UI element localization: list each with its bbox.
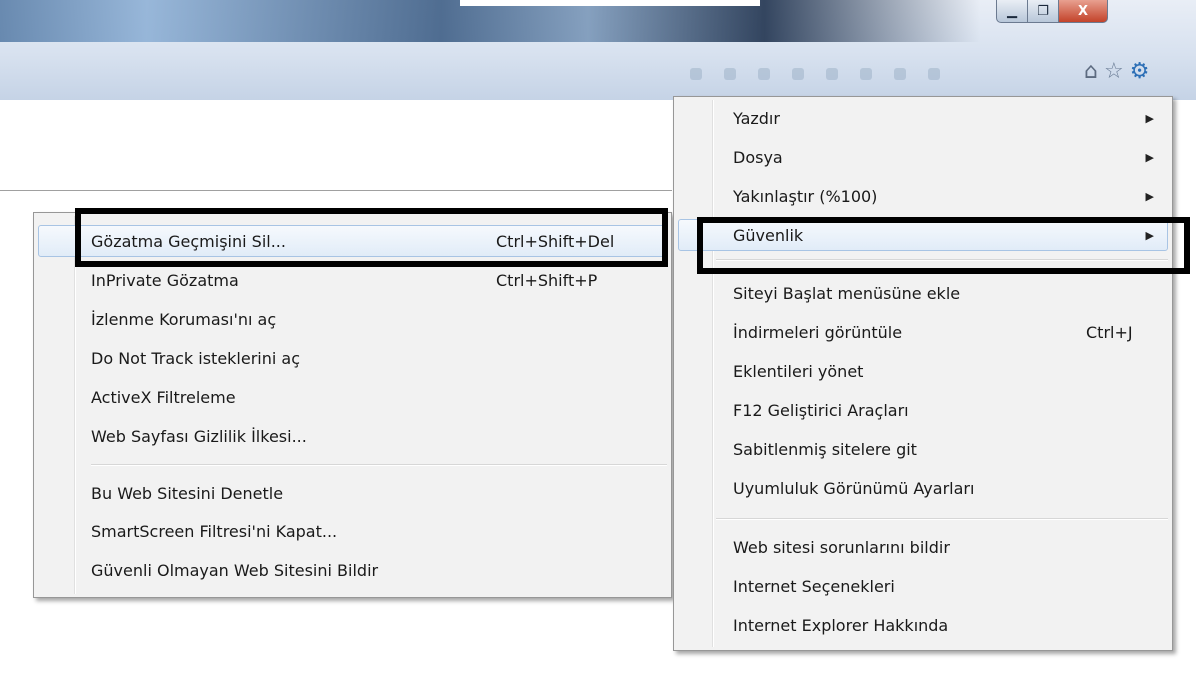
menu-item-check-this-website[interactable]: Bu Web Sitesini Denetle [34,475,671,511]
menu-item-label: İndirmeleri görüntüle [733,322,903,342]
menu-item-print[interactable]: Yazdır ▶ [674,100,1172,136]
menu-item-label: Do Not Track isteklerini aç [91,348,301,368]
submenu-arrow-icon: ▶ [1145,189,1154,203]
faded-toolbar-icon [928,68,940,80]
minimize-button[interactable]: ▁ [996,0,1028,23]
faded-toolbar-icon [826,68,838,80]
security-submenu: Gözatma Geçmişini Sil... Ctrl+Shift+Del … [33,212,672,598]
menu-item-label: Eklentileri yönet [733,361,864,381]
faded-command-bar [690,68,940,80]
browser-toolbar-icons: ⌂ ☆ ⚙ [1084,60,1149,84]
title-bar-sheen [460,0,760,6]
menu-item-label: Yazdır [733,108,780,128]
faded-toolbar-icon [690,68,702,80]
menu-item-label: Güvenli Olmayan Web Sitesini Bildir [91,560,379,580]
menu-item-f12-developer-tools[interactable]: F12 Geliştirici Araçları [674,392,1172,428]
submenu-arrow-icon: ▶ [1145,111,1154,125]
menu-item-report-website-problems[interactable]: Web sitesi sorunlarını bildir [674,529,1172,565]
menu-item-label: Dosya [733,147,783,167]
faded-toolbar-icon [758,68,770,80]
browser-title-bar: ▁ ❐ X ⌂ ☆ ⚙ [0,0,1196,100]
menu-item-do-not-track[interactable]: Do Not Track isteklerini aç [34,340,671,376]
menu-separator [91,464,667,466]
menu-item-activex-filtering[interactable]: ActiveX Filtreleme [34,379,671,415]
menu-item-label: F12 Geliştirici Araçları [733,400,909,420]
menu-item-compatibility-view-settings[interactable]: Uyumluluk Görünümü Ayarları [674,470,1172,506]
page-divider [0,190,672,191]
menu-item-zoom[interactable]: Yakınlaştır (%100) ▶ [674,178,1172,214]
menu-item-add-site-to-start-menu[interactable]: Siteyi Başlat menüsüne ekle [674,275,1172,311]
menu-separator [716,518,1168,520]
close-button[interactable]: X [1058,0,1108,23]
menu-item-label: Internet Seçenekleri [733,576,895,596]
menu-item-shortcut: Ctrl+J [1086,322,1133,342]
menu-item-privacy-policy[interactable]: Web Sayfası Gizlilik İlkesi... [34,418,671,454]
menu-item-label: Sabitlenmiş sitelere git [733,439,917,459]
menu-item-label: Internet Explorer Hakkında [733,615,949,635]
menu-item-tracking-protection[interactable]: İzlenme Koruması'nı aç [34,301,671,337]
maximize-button[interactable]: ❐ [1027,0,1059,23]
menu-item-smartscreen-filter[interactable]: SmartScreen Filtresi'ni Kapat... [34,513,671,549]
menu-item-view-downloads[interactable]: İndirmeleri görüntüle Ctrl+J [674,314,1172,350]
title-bar-gradient [0,0,980,42]
gear-icon[interactable]: ⚙ [1130,60,1150,84]
menu-item-file[interactable]: Dosya ▶ [674,139,1172,175]
menu-item-label: Web Sayfası Gizlilik İlkesi... [91,426,307,446]
faded-toolbar-icon [724,68,736,80]
maximize-icon: ❐ [1037,3,1049,19]
highlight-box-safety [697,217,1190,274]
menu-item-label: İzlenme Koruması'nı aç [91,309,277,329]
menu-item-label: SmartScreen Filtresi'ni Kapat... [91,521,338,541]
menu-item-about-internet-explorer[interactable]: Internet Explorer Hakkında [674,607,1172,643]
close-icon: X [1077,3,1089,19]
menu-item-label: Siteyi Başlat menüsüne ekle [733,283,961,303]
faded-toolbar-icon [894,68,906,80]
menu-item-inprivate-browsing[interactable]: InPrivate Gözatma Ctrl+Shift+P [34,262,671,298]
favorites-star-icon[interactable]: ☆ [1104,60,1124,84]
menu-item-label: Yakınlaştır (%100) [733,186,878,206]
menu-item-internet-options[interactable]: Internet Seçenekleri [674,568,1172,604]
menu-item-label: ActiveX Filtreleme [91,387,236,407]
home-icon[interactable]: ⌂ [1084,60,1098,84]
minimize-icon: ▁ [1007,3,1017,19]
highlight-box-delete-history [75,208,668,267]
menu-item-label: Bu Web Sitesini Denetle [91,483,284,503]
menu-item-go-to-pinned-sites[interactable]: Sabitlenmiş sitelere git [674,431,1172,467]
tools-menu: Yazdır ▶ Dosya ▶ Yakınlaştır (%100) ▶ Gü… [673,96,1173,651]
faded-toolbar-icon [860,68,872,80]
menu-item-shortcut: Ctrl+Shift+P [496,270,598,290]
menu-item-manage-add-ons[interactable]: Eklentileri yönet [674,353,1172,389]
faded-toolbar-icon [792,68,804,80]
menu-item-label: InPrivate Gözatma [91,270,239,290]
submenu-arrow-icon: ▶ [1145,150,1154,164]
menu-item-report-unsafe-website[interactable]: Güvenli Olmayan Web Sitesini Bildir [34,552,671,588]
menu-item-label: Uyumluluk Görünümü Ayarları [733,478,975,498]
menu-item-label: Web sitesi sorunlarını bildir [733,537,950,557]
